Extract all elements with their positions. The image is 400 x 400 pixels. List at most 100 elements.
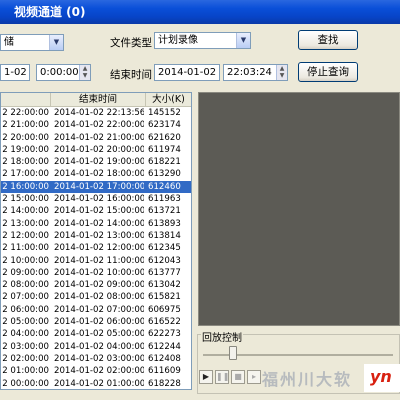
end-time-field[interactable]: 22:03:24 ▲ ▼ bbox=[223, 64, 288, 81]
table-row[interactable]: 2 08:00:00 2014-01-02 09:00:00 613042 bbox=[1, 279, 191, 291]
file-type-label: 文件类型 bbox=[110, 37, 152, 49]
cell-size: 618228 bbox=[148, 378, 181, 389]
stop-query-label: 停止查询 bbox=[307, 66, 349, 78]
table-row[interactable]: 2 07:00:00 2014-01-02 08:00:00 615821 bbox=[1, 291, 191, 303]
cell-start-time: 2 14:00:00 bbox=[2, 206, 49, 217]
column-header-end[interactable]: 结束时间 bbox=[51, 93, 146, 107]
file-type-value: 计划录像 bbox=[158, 35, 198, 46]
cell-size: 623174 bbox=[148, 120, 181, 131]
brand-logo: yn bbox=[364, 364, 400, 392]
table-row[interactable]: 2 04:00:00 2014-01-02 05:00:00 622273 bbox=[1, 328, 191, 340]
table-row[interactable]: 2 00:00:00 2014-01-02 01:00:00 618228 bbox=[1, 378, 191, 389]
column-header-size[interactable]: 大小(K) bbox=[146, 93, 191, 107]
table-row[interactable]: 2 11:00:00 2014-01-02 12:00:00 612345 bbox=[1, 242, 191, 254]
table-row[interactable]: 2 21:00:00 2014-01-02 22:00:00 623174 bbox=[1, 119, 191, 131]
cell-start-time: 2 19:00:00 bbox=[2, 144, 49, 155]
table-row[interactable]: 2 10:00:00 2014-01-02 11:00:00 612043 bbox=[1, 255, 191, 267]
cell-size: 611963 bbox=[148, 194, 181, 205]
table-row[interactable]: 2 17:00:00 2014-01-02 18:00:00 613290 bbox=[1, 168, 191, 180]
table-row[interactable]: 2 15:00:00 2014-01-02 16:00:00 611963 bbox=[1, 193, 191, 205]
chevron-down-icon[interactable]: ▼ bbox=[49, 35, 63, 50]
cell-start-time: 2 01:00:00 bbox=[2, 366, 49, 377]
cell-size: 612043 bbox=[148, 255, 181, 266]
table-row[interactable]: 2 18:00:00 2014-01-02 19:00:00 618221 bbox=[1, 156, 191, 168]
step-icon[interactable]: ▸ bbox=[247, 370, 261, 384]
channel-dropdown[interactable]: 储 ▼ bbox=[0, 34, 64, 51]
table-row[interactable]: 2 13:00:00 2014-01-02 14:00:00 613893 bbox=[1, 218, 191, 230]
cell-end-time: 2014-01-02 06:00:00 bbox=[54, 317, 144, 328]
video-display[interactable] bbox=[198, 92, 400, 326]
cell-start-time: 2 03:00:00 bbox=[2, 341, 49, 352]
table-row[interactable]: 2 19:00:00 2014-01-02 20:00:00 611974 bbox=[1, 144, 191, 156]
channel-value: 储 bbox=[4, 37, 14, 48]
play-icon[interactable]: ▶ bbox=[199, 370, 213, 384]
spin-arrows-icon[interactable]: ▲ ▼ bbox=[276, 65, 287, 80]
cell-size: 613721 bbox=[148, 206, 181, 217]
start-time-field[interactable]: 0:00:00 ▲ ▼ bbox=[36, 64, 91, 81]
cell-end-time: 2014-01-02 22:00:00 bbox=[54, 120, 144, 131]
table-row[interactable]: 2 22:00:00 2014-01-02 22:13:56 145152 bbox=[1, 107, 191, 119]
cell-size: 611609 bbox=[148, 366, 181, 377]
search-button-label: 查找 bbox=[317, 34, 339, 46]
spin-arrows-icon[interactable]: ▲ ▼ bbox=[79, 65, 90, 80]
cell-start-time: 2 13:00:00 bbox=[2, 218, 49, 229]
file-type-dropdown[interactable]: 计划录像 ▼ bbox=[154, 32, 251, 49]
cell-start-time: 2 04:00:00 bbox=[2, 329, 49, 340]
cell-start-time: 2 21:00:00 bbox=[2, 120, 49, 131]
cell-end-time: 2014-01-02 10:00:00 bbox=[54, 267, 144, 278]
cell-start-time: 2 11:00:00 bbox=[2, 243, 49, 254]
cell-start-time: 2 06:00:00 bbox=[2, 304, 49, 315]
table-row[interactable]: 2 09:00:00 2014-01-02 10:00:00 613777 bbox=[1, 267, 191, 279]
cell-size: 622273 bbox=[148, 329, 181, 340]
playback-slider-thumb[interactable] bbox=[229, 346, 238, 360]
cell-end-time: 2014-01-02 20:00:00 bbox=[54, 144, 144, 155]
cell-start-time: 2 09:00:00 bbox=[2, 267, 49, 278]
cell-end-time: 2014-01-02 17:00:00 bbox=[54, 181, 144, 192]
cell-size: 145152 bbox=[148, 108, 181, 118]
cell-end-time: 2014-01-02 22:13:56 bbox=[54, 108, 144, 118]
cell-end-time: 2014-01-02 21:00:00 bbox=[54, 132, 144, 143]
cell-size: 613777 bbox=[148, 267, 181, 278]
cell-size: 618221 bbox=[148, 157, 181, 168]
cell-end-time: 2014-01-02 14:00:00 bbox=[54, 218, 144, 229]
recording-list[interactable]: 结束时间 大小(K) 2 22:00:00 2014-01-02 22:13:56… bbox=[0, 92, 192, 390]
table-row[interactable]: 2 20:00:00 2014-01-02 21:00:00 621620 bbox=[1, 132, 191, 144]
chevron-down-icon[interactable]: ▼ bbox=[236, 33, 250, 48]
cell-end-time: 2014-01-02 16:00:00 bbox=[54, 194, 144, 205]
cell-size: 613290 bbox=[148, 169, 181, 180]
end-time-value: 22:03:24 bbox=[227, 67, 272, 78]
pause-icon[interactable]: ❚❚ bbox=[215, 370, 229, 384]
cell-end-time: 2014-01-02 11:00:00 bbox=[54, 255, 144, 266]
cell-size: 612244 bbox=[148, 341, 181, 352]
start-date-field[interactable]: 1-02 bbox=[0, 64, 30, 81]
cell-start-time: 2 00:00:00 bbox=[2, 378, 49, 389]
stop-icon[interactable]: ■ bbox=[231, 370, 245, 384]
start-date-value: 1-02 bbox=[4, 67, 27, 78]
cell-size: 613814 bbox=[148, 230, 181, 241]
cell-size: 606975 bbox=[148, 304, 181, 315]
cell-end-time: 2014-01-02 12:00:00 bbox=[54, 243, 144, 254]
end-date-field[interactable]: 2014-01-02 bbox=[154, 64, 220, 81]
window-title-bar[interactable]: 视频通道 (0) bbox=[0, 0, 400, 24]
cell-start-time: 2 20:00:00 bbox=[2, 132, 49, 143]
table-row[interactable]: 2 12:00:00 2014-01-02 13:00:00 613814 bbox=[1, 230, 191, 242]
table-row[interactable]: 2 05:00:00 2014-01-02 06:00:00 616522 bbox=[1, 316, 191, 328]
window-title: 视频通道 (0) bbox=[14, 5, 86, 19]
table-row[interactable]: 2 14:00:00 2014-01-02 15:00:00 613721 bbox=[1, 205, 191, 217]
cell-size: 613042 bbox=[148, 280, 181, 291]
cell-size: 612460 bbox=[148, 181, 181, 192]
end-date-value: 2014-01-02 bbox=[158, 67, 217, 78]
column-header-start[interactable] bbox=[1, 93, 51, 107]
cell-size: 612345 bbox=[148, 243, 181, 254]
table-row[interactable]: 2 02:00:00 2014-01-02 03:00:00 612408 bbox=[1, 353, 191, 365]
cell-end-time: 2014-01-02 15:00:00 bbox=[54, 206, 144, 217]
stop-query-button[interactable]: 停止查询 bbox=[298, 62, 358, 82]
cell-start-time: 2 08:00:00 bbox=[2, 280, 49, 291]
table-row[interactable]: 2 06:00:00 2014-01-02 07:00:00 606975 bbox=[1, 304, 191, 316]
cell-end-time: 2014-01-02 05:00:00 bbox=[54, 329, 144, 340]
search-button[interactable]: 查找 bbox=[298, 30, 358, 50]
table-header: 结束时间 大小(K) bbox=[1, 93, 191, 107]
table-row[interactable]: 2 03:00:00 2014-01-02 04:00:00 612244 bbox=[1, 341, 191, 353]
table-row[interactable]: 2 01:00:00 2014-01-02 02:00:00 611609 bbox=[1, 365, 191, 377]
table-row[interactable]: 2 16:00:00 2014-01-02 17:00:00 612460 bbox=[1, 180, 191, 194]
